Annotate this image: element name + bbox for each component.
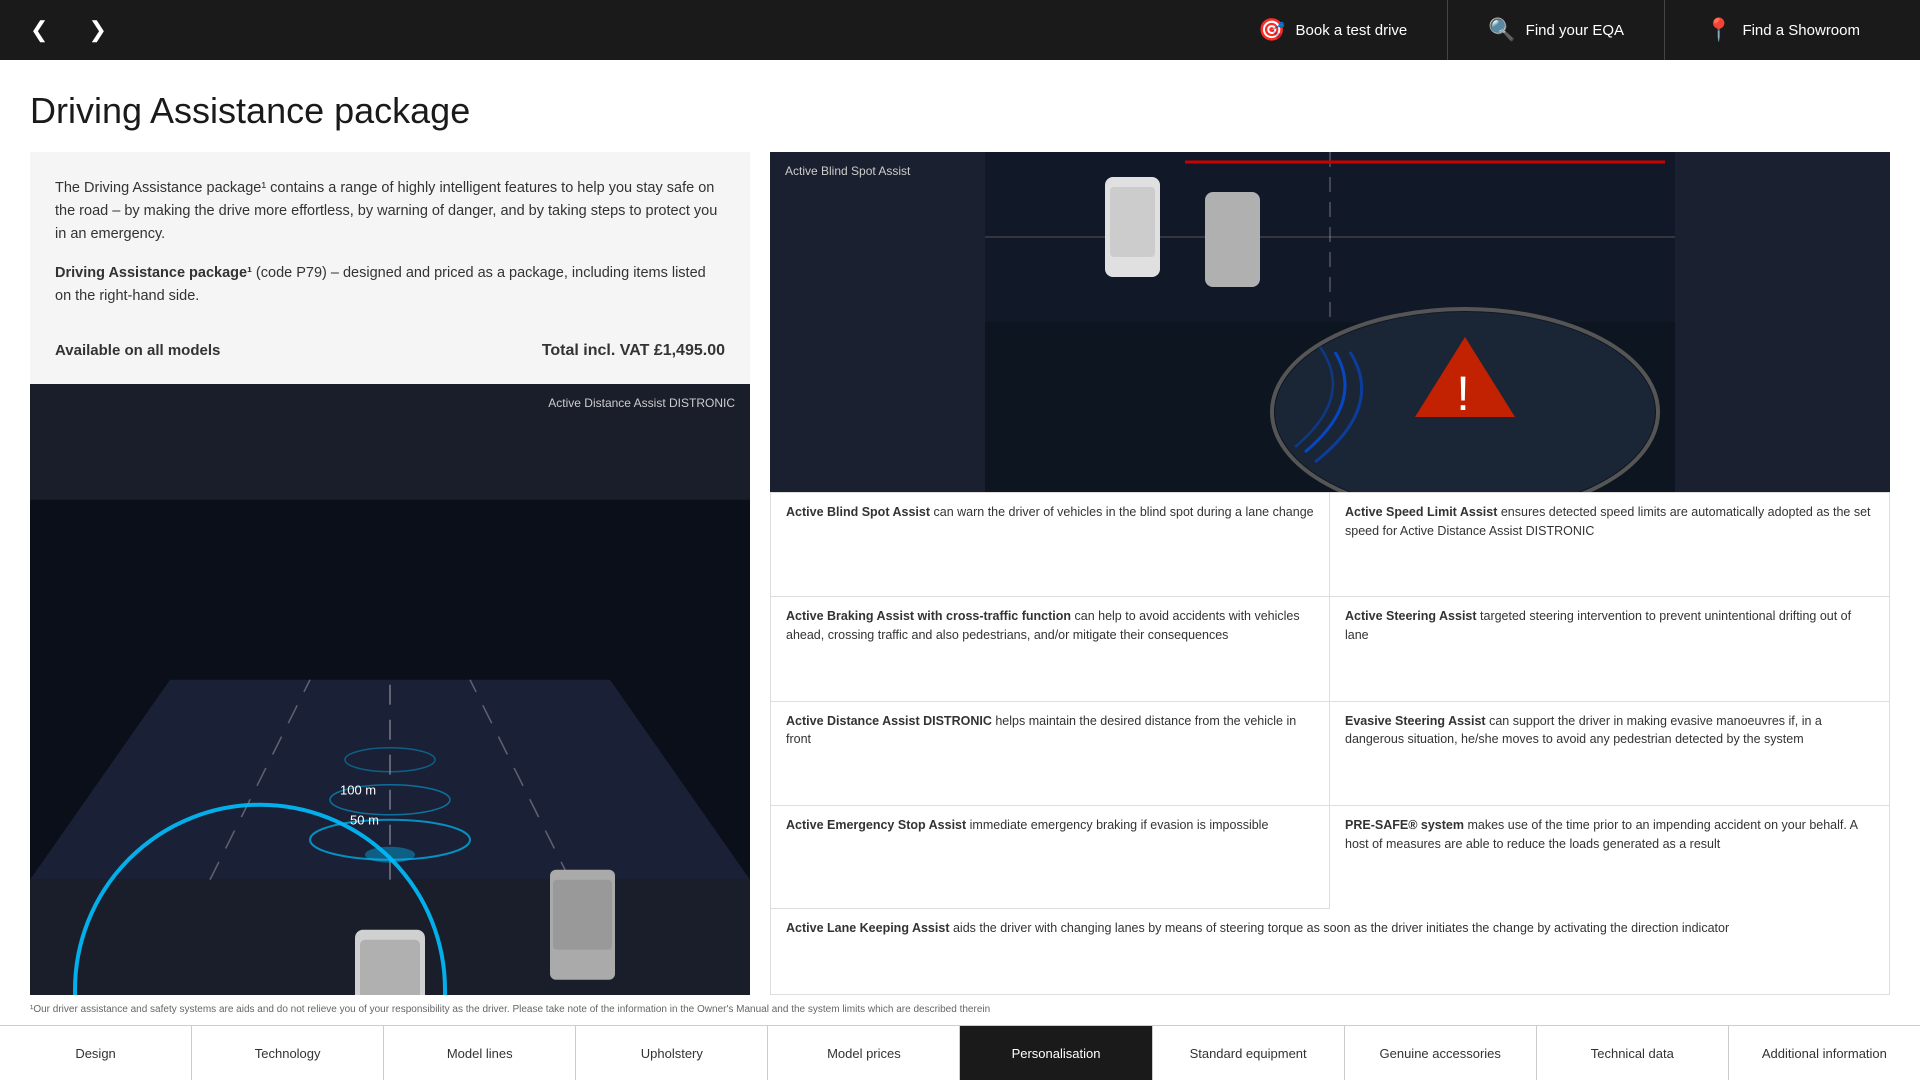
feature-name: PRE-SAFE® system [1345,818,1464,832]
feature-item: Active Emergency Stop Assist immediate e… [771,806,1330,909]
bottom-nav-item-personalisation[interactable]: Personalisation [960,1026,1152,1080]
find-eqa-icon: 🔍 [1488,17,1515,43]
bottom-nav-item-upholstery[interactable]: Upholstery [576,1026,768,1080]
feature-name: Active Emergency Stop Assist [786,818,966,832]
price-text: Total incl. VAT £1,495.00 [542,338,725,364]
showroom-icon: 📍 [1705,17,1732,43]
bottom-nav-item-design[interactable]: Design [0,1026,192,1080]
bottom-nav-item-technology[interactable]: Technology [192,1026,384,1080]
bottom-nav-item-model-lines[interactable]: Model lines [384,1026,576,1080]
feature-item: Active Lane Keeping Assist aids the driv… [771,909,1889,994]
price-row: Available on all models Total incl. VAT … [55,328,725,364]
svg-text:!: ! [1456,368,1469,421]
feature-name: Active Braking Assist with cross-traffic… [786,609,1071,623]
car-image-label: Active Distance Assist DISTRONIC [548,396,735,410]
description-block: The Driving Assistance package¹ contains… [30,152,750,384]
feature-desc: immediate emergency braking if evasion i… [970,818,1269,832]
feature-name: Active Steering Assist [1345,609,1477,623]
find-showroom-label: Find a Showroom [1742,22,1860,39]
nav-arrows: ❮ ❯ [20,12,117,48]
feature-item: Active Distance Assist DISTRONIC helps m… [771,702,1330,806]
feature-name: Active Distance Assist DISTRONIC [786,714,992,728]
features-grid: Active Blind Spot Assist can warn the dr… [770,492,1890,995]
feature-item: PRE-SAFE® system makes use of the time p… [1330,806,1889,909]
bottom-nav-item-standard-equipment[interactable]: Standard equipment [1153,1026,1345,1080]
feature-item: Active Speed Limit Assist ensures detect… [1330,493,1889,597]
bottom-nav-item-model-prices[interactable]: Model prices [768,1026,960,1080]
car-scene-svg: 100 m 50 m [30,384,750,995]
bottom-navigation: DesignTechnologyModel linesUpholsteryMod… [0,1025,1920,1080]
nav-right-items: 🎯 Book a test drive 🔍 Find your EQA 📍 Fi… [1218,0,1900,60]
feature-item: Active Braking Assist with cross-traffic… [771,597,1330,701]
feature-name: Active Lane Keeping Assist [786,921,949,935]
blind-spot-label: Active Blind Spot Assist [785,164,910,178]
svg-text:100 m: 100 m [340,782,376,797]
feature-desc: can warn the driver of vehicles in the b… [934,505,1314,519]
left-panel: The Driving Assistance package¹ contains… [30,152,750,995]
feature-item: Active Blind Spot Assist can warn the dr… [771,493,1330,597]
find-eqa-label: Find your EQA [1526,22,1624,39]
steering-wheel-icon: 🎯 [1258,17,1285,43]
feature-item: Active Steering Assist targeted steering… [1330,597,1889,701]
description-text: The Driving Assistance package¹ contains… [55,177,725,247]
bottom-nav-item-additional-information[interactable]: Additional information [1729,1026,1920,1080]
bottom-nav-item-technical-data[interactable]: Technical data [1537,1026,1729,1080]
main-content: Driving Assistance package The Driving A… [0,60,1920,1025]
book-test-drive-label: Book a test drive [1296,22,1408,39]
blind-spot-image: Active Blind Spot Assist [770,152,1890,492]
package-detail: Driving Assistance package¹ (code P79) –… [55,262,725,308]
next-arrow[interactable]: ❯ [78,12,116,48]
content-area: The Driving Assistance package¹ contains… [30,152,1890,995]
feature-name: Evasive Steering Assist [1345,714,1486,728]
feature-item: Evasive Steering Assist can support the … [1330,702,1889,806]
blind-spot-scene-svg: ! [770,152,1890,492]
svg-text:50 m: 50 m [350,812,379,827]
car-image-container: Active Distance Assist DISTRONIC [30,384,750,995]
feature-desc: aids the driver with changing lanes by m… [953,921,1729,935]
prev-arrow[interactable]: ❮ [20,12,58,48]
right-panel: Active Blind Spot Assist [770,152,1890,995]
book-test-drive-button[interactable]: 🎯 Book a test drive [1218,0,1447,60]
availability-text: Available on all models [55,339,220,363]
find-eqa-button[interactable]: 🔍 Find your EQA [1447,0,1664,60]
find-showroom-button[interactable]: 📍 Find a Showroom [1664,0,1900,60]
feature-name: Active Blind Spot Assist [786,505,930,519]
feature-name: Active Speed Limit Assist [1345,505,1497,519]
footnote: ¹Our driver assistance and safety system… [30,995,1890,1025]
bottom-nav-item-genuine-accessories[interactable]: Genuine accessories [1345,1026,1537,1080]
top-navigation: ❮ ❯ 🎯 Book a test drive 🔍 Find your EQA … [0,0,1920,60]
page-title: Driving Assistance package [30,90,1890,132]
